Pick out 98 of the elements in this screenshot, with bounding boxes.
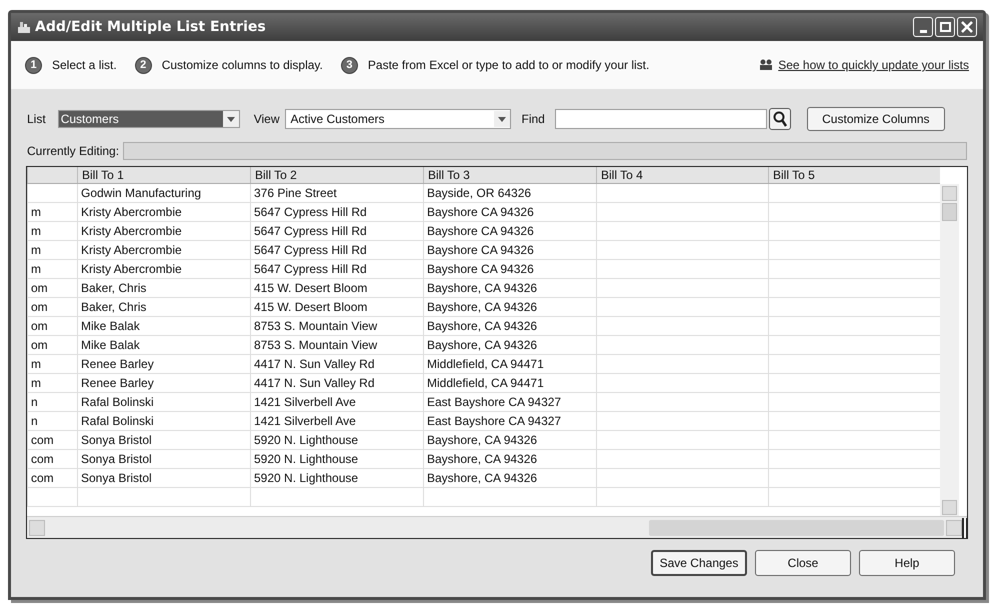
dialog-button[interactable]: Save Changes <box>651 550 747 576</box>
table-cell: 415 W. Desert Bloom <box>250 279 423 297</box>
table-cell: m <box>27 241 77 259</box>
window-title: Add/Edit Multiple List Entries <box>35 18 266 36</box>
table-cell: m <box>27 260 77 278</box>
table-cell: 4417 N. Sun Valley Rd <box>250 355 423 373</box>
table-cell: 5647 Cypress Hill Rd <box>250 222 423 240</box>
table-cell: Sonya Bristol <box>77 450 250 468</box>
step-label: Select a list. <box>52 57 117 74</box>
table-cell: com <box>27 431 77 449</box>
table-cell: 5647 Cypress Hill Rd <box>250 241 423 259</box>
table-cell: 5647 Cypress Hill Rd <box>250 260 423 278</box>
table-cell: Baker, Chris <box>77 279 250 297</box>
column-header[interactable]: Bill To 1 <box>77 167 250 183</box>
table-cell: East Bayshore CA 94327 <box>423 393 596 411</box>
table-cell: Middlefield, CA 94471 <box>423 355 596 373</box>
help-link[interactable]: See how to quickly update your lists <box>778 56 969 74</box>
table-cell: com <box>27 450 77 468</box>
table-cell: East Bayshore CA 94327 <box>423 412 596 430</box>
table-cell: m <box>27 222 77 240</box>
table-cell: Rafal Bolinski <box>77 412 250 430</box>
table-cell: 5647 Cypress Hill Rd <box>250 203 423 221</box>
table-cell: m <box>27 203 77 221</box>
table-cell: 8753 S. Mountain View <box>250 336 423 354</box>
table-cell: Bayshore, CA 94326 <box>423 298 596 316</box>
table-cell: Bayside, OR 64326 <box>423 184 596 202</box>
table-cell: 376 Pine Street <box>250 184 423 202</box>
table-cell: 8753 S. Mountain View <box>250 317 423 335</box>
table-cell: om <box>27 279 77 297</box>
list-label: List <box>27 111 46 128</box>
table-cell: Renee Barley <box>77 355 250 373</box>
table-cell: 4417 N. Sun Valley Rd <box>250 374 423 392</box>
table-cell: 5920 N. Lighthouse <box>250 431 423 449</box>
customize-columns-button[interactable]: Customize Columns <box>806 107 945 131</box>
table-cell: com <box>27 469 77 487</box>
dialog-button[interactable]: Help <box>859 550 955 576</box>
step-number: 2 <box>134 56 152 74</box>
column-header[interactable]: Bill To 5 <box>768 167 940 183</box>
maximize-button[interactable] <box>935 17 955 37</box>
step-number: 3 <box>340 56 358 74</box>
table-cell: Bayshore, CA 94326 <box>423 450 596 468</box>
table-cell: Bayshore, CA 94326 <box>423 336 596 354</box>
table-cell: Bayshore, CA 94326 <box>423 279 596 297</box>
table-cell: om <box>27 336 77 354</box>
table-cell: m <box>27 355 77 373</box>
table-cell: Rafal Bolinski <box>77 393 250 411</box>
resize-grip[interactable] <box>962 518 967 538</box>
table-cell: Kristy Abercrombie <box>77 203 250 221</box>
table-cell: Godwin Manufacturing <box>77 184 250 202</box>
step-label: Customize columns to display. <box>162 57 323 74</box>
step-number: 1 <box>25 56 42 74</box>
table-cell: om <box>27 298 77 316</box>
table-cell: 415 W. Desert Bloom <box>250 298 423 316</box>
table-cell: Kristy Abercrombie <box>77 241 250 259</box>
table-cell: Kristy Abercrombie <box>77 222 250 240</box>
table-cell: om <box>27 317 77 335</box>
view-dropdown[interactable]: Active Customers <box>285 109 512 129</box>
caret-icon <box>498 116 506 122</box>
table-cell: Renee Barley <box>77 374 250 392</box>
find-label: Find <box>521 111 545 128</box>
column-header[interactable]: Bill To 2 <box>250 167 423 183</box>
dialog-button[interactable]: Close <box>755 550 851 576</box>
table-cell: Mike Balak <box>77 317 250 335</box>
table-cell: Bayshore CA 94326 <box>423 241 596 259</box>
list-dropdown[interactable]: Customers <box>58 110 240 128</box>
table-cell: Bayshore, CA 94326 <box>423 317 596 335</box>
table-cell: Sonya Bristol <box>77 431 250 449</box>
close-button[interactable] <box>957 17 977 37</box>
caret-icon <box>226 116 235 122</box>
table-cell: Mike Balak <box>77 336 250 354</box>
app-icon <box>17 20 31 34</box>
currently-editing-label: Currently Editing: <box>27 143 120 160</box>
table-cell: 1421 Silverbell Ave <box>250 393 423 411</box>
table-cell: 5920 N. Lighthouse <box>250 450 423 468</box>
people-icon <box>759 59 774 71</box>
column-header[interactable]: Bill To 4 <box>596 167 768 183</box>
vertical-scrollbar[interactable] <box>940 184 959 516</box>
table-cell: Bayshore CA 94326 <box>423 222 596 240</box>
table-cell: Sonya Bristol <box>77 469 250 487</box>
table-cell: Bayshore, CA 94326 <box>423 469 596 487</box>
table-cell: 1421 Silverbell Ave <box>250 412 423 430</box>
view-label: View <box>254 111 280 128</box>
table-cell: n <box>27 393 77 411</box>
table-cell: n <box>27 412 77 430</box>
column-header[interactable]: Bill To 3 <box>423 167 596 183</box>
find-field[interactable] <box>554 109 767 129</box>
table-cell: Bayshore, CA 94326 <box>423 431 596 449</box>
horizontal-scrollbar[interactable] <box>27 518 962 538</box>
search-button[interactable] <box>768 108 791 130</box>
table-cell: m <box>27 374 77 392</box>
table-cell: 5920 N. Lighthouse <box>250 469 423 487</box>
table-cell: Kristy Abercrombie <box>77 260 250 278</box>
minimize-button[interactable] <box>913 17 933 37</box>
step-label: Paste from Excel or type to add to or modify your list. <box>368 57 650 74</box>
table-cell: Middlefield, CA 94471 <box>423 374 596 392</box>
table-cell: Bayshore CA 94326 <box>423 260 596 278</box>
table-cell: Bayshore CA 94326 <box>423 203 596 221</box>
table-cell: Baker, Chris <box>77 298 250 316</box>
